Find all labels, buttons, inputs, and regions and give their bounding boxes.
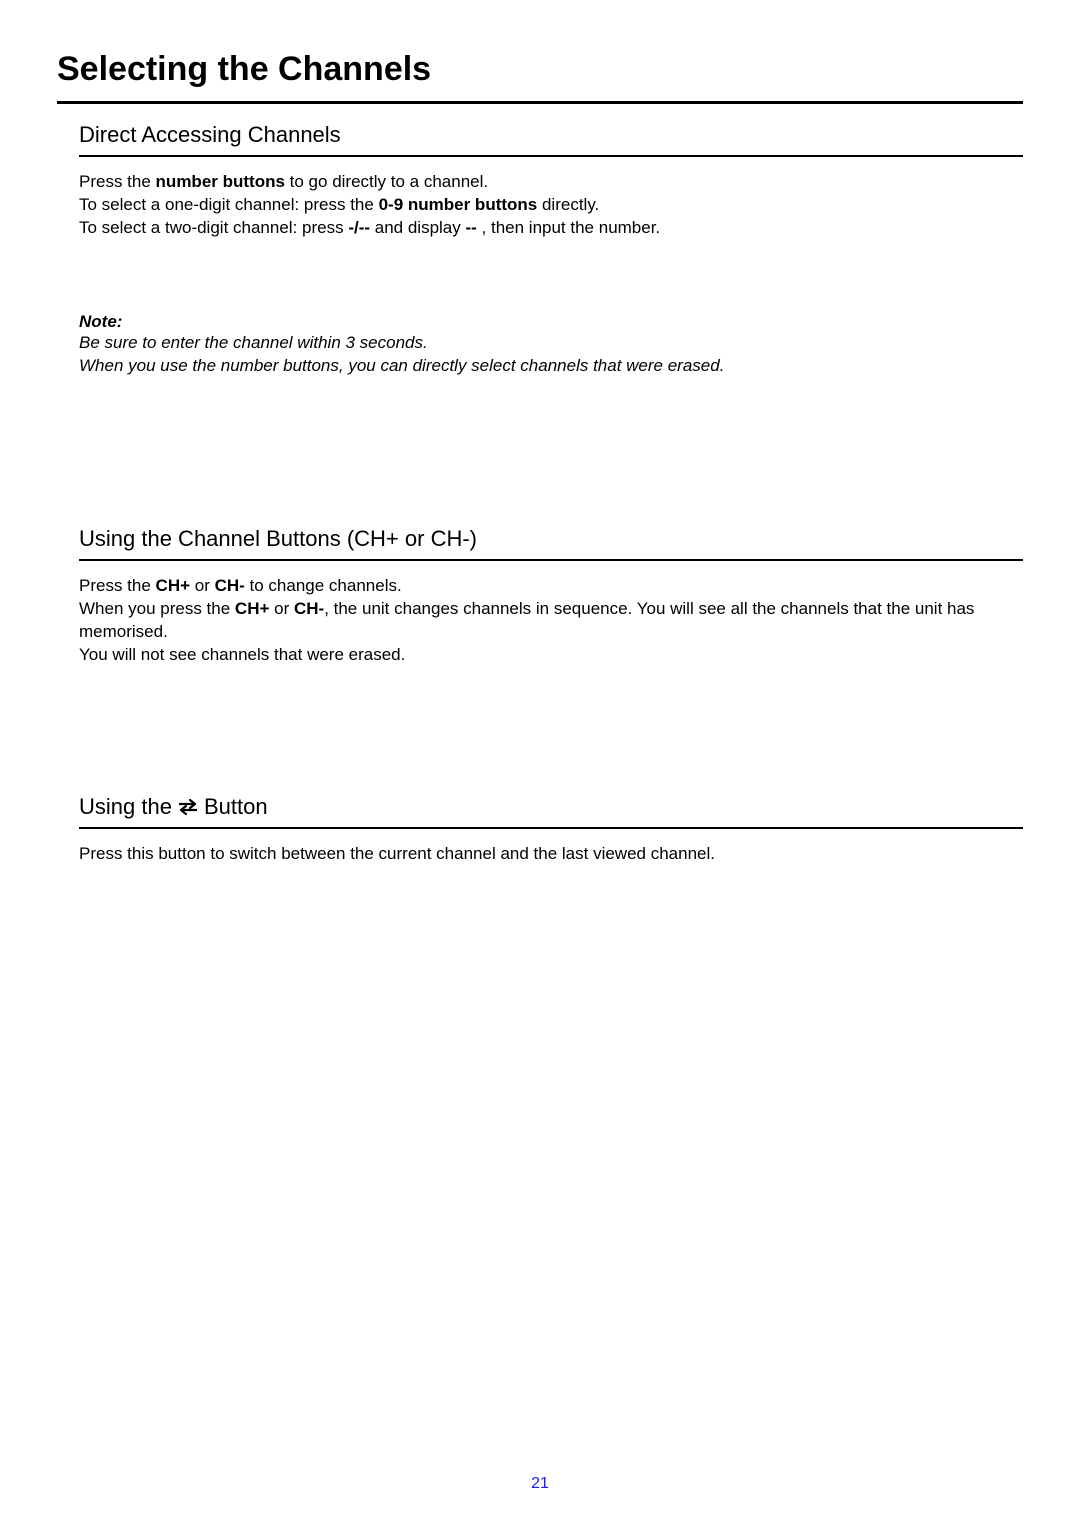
section-direct-accessing: Direct Accessing Channels Press the numb…	[57, 122, 1023, 378]
text-fragment: , then input the number.	[477, 218, 660, 237]
text-bold-dash-slash: -/--	[348, 218, 370, 237]
direct-line-2: To select a one-digit channel: press the…	[79, 194, 1023, 217]
text-fragment: directly.	[537, 195, 599, 214]
note-line-1: Be sure to enter the channel within 3 se…	[79, 332, 1023, 355]
text-bold-number-buttons: number buttons	[156, 172, 285, 191]
note-label: Note:	[79, 312, 1023, 332]
subheading-direct-accessing: Direct Accessing Channels	[79, 122, 1023, 157]
text-fragment: or	[269, 599, 294, 618]
page-number: 21	[0, 1475, 1080, 1493]
text-bold-0-9-buttons: 0-9 number buttons	[379, 195, 538, 214]
text-fragment: and display	[370, 218, 465, 237]
direct-line-3: To select a two-digit channel: press -/-…	[79, 217, 1023, 240]
text-bold-ch-minus-2: CH-	[294, 599, 324, 618]
text-fragment: to go directly to a channel.	[285, 172, 488, 191]
text-bold-ch-plus-2: CH+	[235, 599, 269, 618]
section-channel-buttons: Using the Channel Buttons (CH+ or CH-) P…	[57, 526, 1023, 667]
subheading-channel-buttons: Using the Channel Buttons (CH+ or CH-)	[79, 526, 1023, 561]
note-line-2: When you use the number buttons, you can…	[79, 355, 1023, 378]
section-swap-button: Using the Button Press this button to sw…	[57, 794, 1023, 866]
chbtn-line-2: When you press the CH+ or CH-, the unit …	[79, 598, 1023, 644]
direct-line-1: Press the number buttons to go directly …	[79, 171, 1023, 194]
text-fragment: To select a two-digit channel: press	[79, 218, 348, 237]
text-fragment: Press the	[79, 172, 156, 191]
text-bold-double-dash: --	[465, 218, 476, 237]
text-fragment: When you press the	[79, 599, 235, 618]
text-fragment: to change channels.	[245, 576, 402, 595]
swap-icon	[175, 797, 201, 817]
chbtn-line-1: Press the CH+ or CH- to change channels.	[79, 575, 1023, 598]
chbtn-line-3: You will not see channels that were eras…	[79, 644, 1023, 667]
swap-body: Press this button to switch between the …	[79, 843, 1023, 866]
text-bold-ch-minus: CH-	[215, 576, 245, 595]
text-fragment: or	[190, 576, 215, 595]
text-fragment: Press the	[79, 576, 156, 595]
subheading-swap-button: Using the Button	[79, 794, 1023, 829]
page-title: Selecting the Channels	[57, 50, 1023, 104]
heading-post: Button	[204, 794, 268, 820]
heading-pre: Using the	[79, 794, 172, 820]
text-bold-ch-plus: CH+	[156, 576, 190, 595]
text-fragment: To select a one-digit channel: press the	[79, 195, 379, 214]
